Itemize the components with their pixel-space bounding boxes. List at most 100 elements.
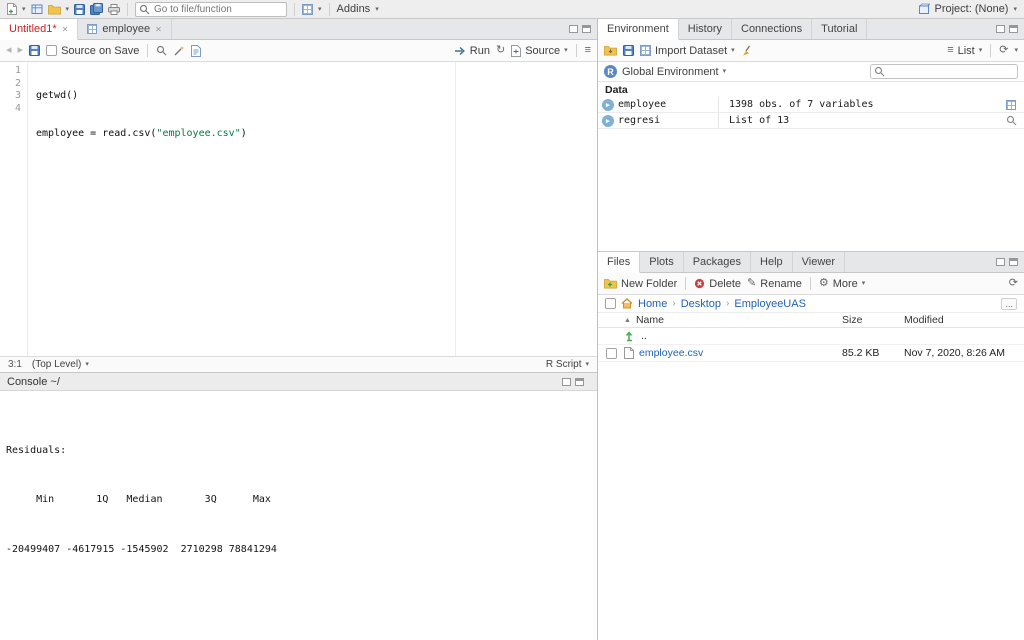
tab-employee[interactable]: employee ✕ [78, 19, 172, 39]
tab-environment[interactable]: Environment [598, 19, 679, 40]
search-icon [874, 66, 885, 77]
tab-packages[interactable]: Packages [684, 252, 752, 272]
maximize-pane-icon[interactable] [1009, 25, 1018, 33]
scope-selector[interactable]: (Top Level) ▾ [32, 359, 89, 370]
file-name[interactable]: .. [641, 330, 647, 342]
inspect-object-icon[interactable] [1002, 115, 1020, 126]
more-label: More [832, 277, 858, 290]
maximize-pane-icon[interactable] [1009, 258, 1018, 266]
code-editor[interactable]: 1 2 3 4 getwd() employee = read.csv("emp… [0, 62, 597, 356]
tab-connections[interactable]: Connections [732, 19, 813, 39]
refresh-files-icon[interactable]: ⟳ [1009, 278, 1018, 289]
maximize-pane-icon[interactable] [582, 25, 591, 33]
code-line: getwd() [36, 90, 79, 101]
file-name[interactable]: employee.csv [639, 347, 703, 359]
new-file-caret-icon[interactable]: ▾ [22, 6, 26, 13]
doc-type-selector[interactable]: R Script ▾ [546, 359, 589, 370]
delete-button[interactable]: Delete [694, 278, 741, 290]
addins-grid-icon[interactable] [302, 3, 314, 15]
minimize-pane-icon[interactable] [996, 25, 1005, 33]
minimize-pane-icon[interactable] [996, 258, 1005, 266]
tab-tutorial[interactable]: Tutorial [812, 19, 868, 39]
open-file-icon[interactable] [47, 2, 61, 17]
code-tools-wand-icon[interactable] [173, 43, 185, 58]
tab-untitled1[interactable]: Untitled1* ✕ [0, 19, 79, 40]
new-project-icon[interactable] [31, 2, 43, 17]
tab-files[interactable]: Files [598, 252, 641, 273]
rename-button[interactable]: ✎ Rename [747, 278, 802, 290]
new-folder-button[interactable]: New Folder [604, 278, 677, 290]
console-output[interactable]: Residuals: Min 1Q Median 3Q Max -2049940… [0, 391, 597, 640]
forward-icon[interactable]: ▸ [18, 45, 24, 56]
editor-code-area[interactable]: getwd() employee = read.csv("employee.cs… [28, 62, 597, 356]
sort-icon: ▲ [624, 316, 631, 324]
find-replace-icon[interactable] [156, 43, 167, 58]
save-workspace-icon[interactable] [623, 43, 634, 58]
addins-grid-caret-icon[interactable]: ▾ [318, 6, 322, 13]
tab-history[interactable]: History [679, 19, 732, 39]
breadcrumb-employeeuas[interactable]: EmployeeUAS [734, 298, 806, 310]
console-header[interactable]: Console ~/ [0, 373, 597, 391]
source-on-save-checkbox[interactable] [46, 45, 58, 56]
env-object-regresi[interactable]: ▶ regresi List of 13 [598, 113, 1024, 129]
tab-help[interactable]: Help [751, 252, 793, 272]
env-object-employee[interactable]: ▶ employee 1398 obs. of 7 variables [598, 97, 1024, 113]
breadcrumb-home[interactable]: Home [638, 298, 667, 310]
run-button[interactable]: Run [454, 45, 490, 57]
line-number: 2 [14, 77, 21, 89]
refresh-environment-icon[interactable]: ⟳ [999, 45, 1008, 56]
tab-plots[interactable]: Plots [640, 252, 684, 272]
close-icon[interactable]: ✕ [155, 25, 162, 34]
source-button[interactable]: Source ▾ [511, 44, 568, 57]
import-dataset-button[interactable]: Import Dataset ▾ [640, 45, 735, 57]
line-number: 1 [14, 65, 21, 76]
back-icon[interactable]: ◂ [6, 45, 12, 56]
more-button[interactable]: ⚙ More ▾ [819, 278, 865, 290]
source-caret-icon[interactable]: ▾ [564, 47, 568, 54]
file-row-employee-csv[interactable]: employee.csv 85.2 KB Nov 7, 2020, 8:26 A… [598, 345, 1024, 362]
tab-viewer[interactable]: Viewer [793, 252, 846, 272]
expand-object-icon[interactable]: ▶ [602, 114, 614, 127]
maximize-pane-icon[interactable] [575, 377, 584, 386]
list-view-selector[interactable]: ≡ List ▾ [947, 45, 982, 57]
size-column-header[interactable]: Size [842, 314, 904, 326]
document-outline-icon[interactable]: ≡ [585, 45, 591, 56]
project-caret-icon[interactable]: ▾ [1013, 6, 1017, 13]
line-number: 4 [14, 102, 21, 114]
source-on-save-toggle[interactable]: Source on Save [46, 45, 139, 57]
clear-objects-broom-icon[interactable] [741, 43, 753, 58]
compile-report-icon[interactable] [191, 43, 202, 58]
refresh-caret-icon[interactable]: ▾ [1014, 47, 1018, 54]
print-icon[interactable] [108, 2, 121, 17]
save-icon[interactable] [74, 2, 86, 17]
addins-button[interactable]: Addins [337, 3, 371, 15]
environment-search-input[interactable] [870, 64, 1018, 79]
minimize-pane-icon[interactable] [569, 25, 578, 33]
new-file-icon[interactable] [7, 2, 17, 17]
grid-view-icon[interactable] [1002, 99, 1020, 110]
files-toolbar: New Folder Delete ✎ Rename ⚙ More ▾ ⟳ [598, 273, 1024, 295]
import-dataset-caret-icon: ▾ [731, 47, 735, 54]
go-to-directory-button[interactable]: ... [1001, 297, 1017, 310]
breadcrumb-desktop[interactable]: Desktop [681, 298, 721, 310]
close-icon[interactable]: ✕ [62, 25, 69, 34]
modified-column-header[interactable]: Modified [904, 314, 1024, 326]
console-line: Residuals: [6, 444, 67, 456]
select-all-checkbox[interactable] [605, 298, 616, 309]
global-environment-selector[interactable]: Global Environment ▾ [622, 66, 726, 78]
addins-caret-icon[interactable]: ▾ [375, 6, 379, 13]
project-selector[interactable]: Project: (None) [935, 3, 1009, 15]
object-description: 1398 obs. of 7 variables [729, 99, 874, 110]
expand-object-icon[interactable]: ▶ [602, 98, 614, 111]
import-dataset-label: Import Dataset [655, 44, 728, 57]
minimize-pane-icon[interactable] [562, 377, 571, 386]
file-row-parent-dir[interactable]: .. [598, 328, 1024, 345]
save-all-icon[interactable] [90, 2, 104, 17]
rerun-icon[interactable]: ↻ [496, 45, 505, 56]
save-icon[interactable] [29, 43, 41, 58]
load-workspace-icon[interactable] [604, 43, 617, 58]
open-file-caret-icon[interactable]: ▾ [66, 6, 70, 13]
file-checkbox[interactable] [605, 347, 617, 359]
name-column-header[interactable]: ▲ Name [624, 314, 842, 326]
goto-file-input[interactable] [135, 1, 288, 17]
